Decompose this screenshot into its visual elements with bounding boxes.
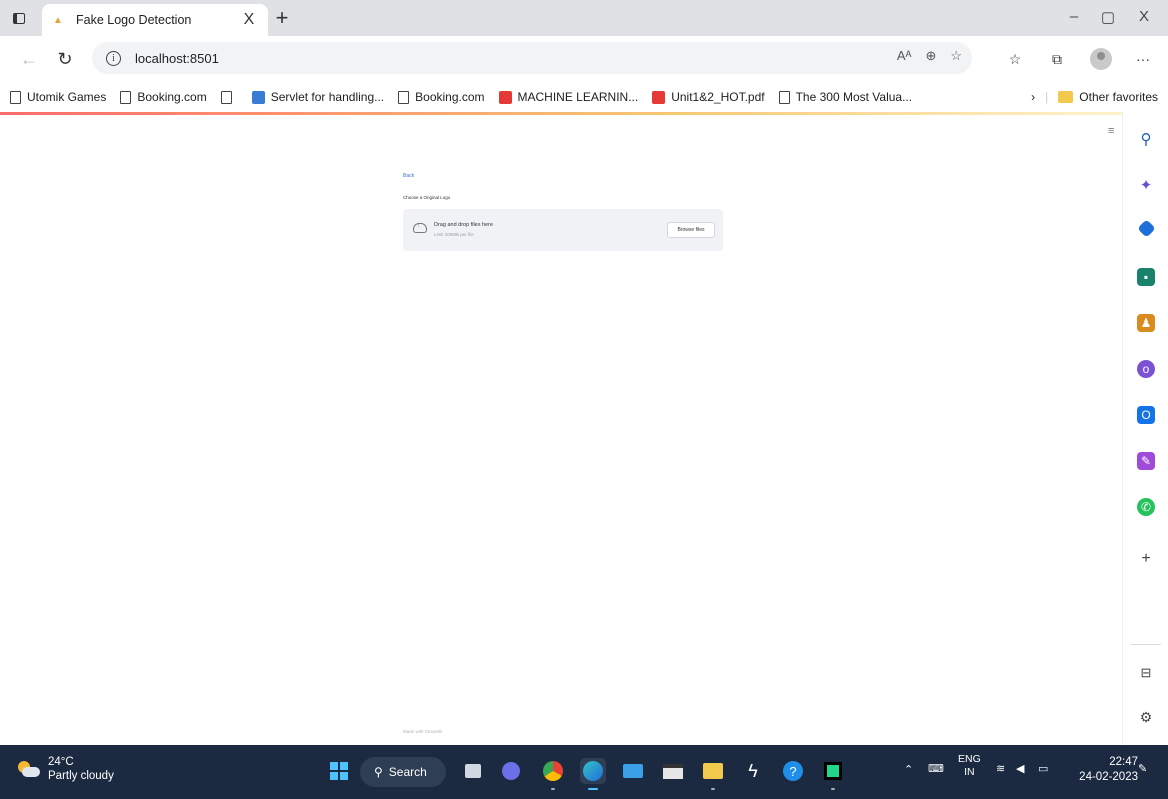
chat-icon[interactable] <box>498 758 524 784</box>
taskbar: 24°C Partly cloudy ⚲ Search ϟ ? ⌃ ⌨ ENG … <box>0 745 1168 799</box>
outlook-icon[interactable]: O <box>1137 406 1155 424</box>
notification-icon[interactable]: ✎ <box>1138 762 1147 775</box>
cloud-upload-icon <box>413 222 427 233</box>
clock[interactable]: 22:47 24-02-2023 <box>1079 755 1138 785</box>
edge-icon[interactable] <box>580 758 606 790</box>
navigation-bar: ← ↻ i localhost:8501 Aᴬ ⊕ ☆ ☆ ⧉ ··· <box>0 36 1168 82</box>
page-icon <box>10 90 21 104</box>
servlet-icon <box>251 90 265 104</box>
pycharm-icon[interactable] <box>820 758 846 790</box>
page-icon <box>220 90 232 104</box>
file-dropzone[interactable]: Drag and drop files here Limit 200MB per… <box>403 209 723 251</box>
shopping-icon[interactable]: ▪ <box>1137 268 1155 286</box>
upload-label: Choose a Original Logo <box>403 195 451 200</box>
zoom-icon[interactable]: ⊕ <box>925 48 936 64</box>
address-bar[interactable]: i localhost:8501 Aᴬ ⊕ ☆ <box>92 42 972 74</box>
search-icon: ⚲ <box>374 765 383 779</box>
windows-logo-icon <box>330 762 348 780</box>
minimize-icon[interactable]: – <box>1062 8 1086 25</box>
profile-avatar[interactable] <box>1090 48 1112 70</box>
add-icon[interactable]: + <box>1137 550 1155 568</box>
site-info-icon[interactable]: i <box>106 50 121 66</box>
app-menu-icon[interactable]: ≡ <box>1108 125 1114 137</box>
streamlit-favicon-icon: ▲ <box>53 14 63 26</box>
taskbar-search[interactable]: ⚲ Search <box>360 757 446 787</box>
refresh-icon[interactable]: ↻ <box>52 46 78 72</box>
pdf-icon <box>498 90 512 104</box>
language-indicator[interactable]: ENG IN <box>958 753 981 779</box>
tray-overflow-icon[interactable]: ⌃ <box>904 763 913 776</box>
weather-widget[interactable]: 24°C Partly cloudy <box>18 755 114 783</box>
date: 24-02-2023 <box>1079 771 1138 783</box>
volume-icon[interactable]: ◀ <box>1016 762 1024 775</box>
app-bolt-icon[interactable]: ϟ <box>740 758 766 784</box>
dropzone-limit: Limit 200MB per file <box>434 232 474 237</box>
task-view-icon[interactable] <box>460 758 486 784</box>
back-link[interactable]: Back <box>403 173 414 179</box>
page-icon <box>778 90 790 104</box>
bookmark-item[interactable]: Servlet for handling... <box>251 90 384 104</box>
dropzone-title: Drag and drop files here <box>434 222 494 228</box>
bookmark-item[interactable]: Unit1&2_HOT.pdf <box>652 90 765 104</box>
split-screen-icon[interactable]: ⊟ <box>1137 664 1155 682</box>
page-icon <box>398 90 410 104</box>
url-text[interactable]: localhost:8501 <box>135 51 219 66</box>
office-icon[interactable]: o <box>1137 360 1155 378</box>
file-explorer-icon[interactable] <box>700 758 726 790</box>
copilot-icon[interactable]: ✦ <box>1137 176 1155 194</box>
battery-icon[interactable]: ▭ <box>1038 762 1048 775</box>
app-page: ≡ Back Choose a Original Logo Drag and d… <box>0 115 1122 745</box>
bookmarks-bar: Utomik Games Booking.com Servlet for han… <box>0 82 1168 112</box>
edge-sidebar: ⚲ ✦ ▪ ♟ o O ✎ ✆ + ⊟ ⚙ <box>1122 112 1168 745</box>
streamlit-footer[interactable]: Made with Streamlit <box>403 729 443 734</box>
partly-cloudy-icon <box>18 761 40 777</box>
favorites-icon[interactable]: ☆ <box>1004 48 1026 70</box>
active-tab[interactable]: ▲ Fake Logo Detection X <box>42 4 268 36</box>
pdf-icon <box>652 90 666 104</box>
mail-icon[interactable] <box>620 758 646 784</box>
collections-icon[interactable]: ⧉ <box>1046 48 1068 70</box>
settings-icon[interactable]: ⚙ <box>1137 708 1155 726</box>
tab-title: Fake Logo Detection <box>76 13 192 27</box>
bookmark-item[interactable] <box>220 90 238 104</box>
folder-icon <box>1058 91 1074 103</box>
weather-desc: Partly cloudy <box>48 770 114 782</box>
keyboard-icon[interactable]: ⌨ <box>928 762 944 775</box>
games-icon[interactable]: ♟ <box>1137 314 1155 332</box>
wifi-icon[interactable]: ≋ <box>996 762 1005 775</box>
bookmark-item[interactable]: The 300 Most Valua... <box>778 90 912 104</box>
add-favorite-icon[interactable]: ☆ <box>950 48 962 64</box>
new-tab-icon[interactable]: + <box>268 4 296 32</box>
back-arrow-icon[interactable]: ← <box>16 46 42 72</box>
divider: | <box>1045 90 1049 104</box>
bookmark-item[interactable]: Utomik Games <box>10 90 106 104</box>
terminal-icon[interactable] <box>660 758 686 784</box>
more-menu-icon[interactable]: ··· <box>1132 48 1154 70</box>
time: 22:47 <box>1109 756 1138 768</box>
weather-temp: 24°C <box>48 756 74 768</box>
tab-strip: ▲ Fake Logo Detection X + – ▢ X <box>0 0 1168 36</box>
bookmark-item[interactable]: Booking.com <box>120 90 207 104</box>
chrome-icon[interactable] <box>540 758 566 790</box>
tab-close-icon[interactable]: X <box>240 11 258 29</box>
search-icon[interactable]: ⚲ <box>1137 130 1155 148</box>
page-icon <box>120 90 132 104</box>
start-button[interactable] <box>326 758 352 784</box>
bookmark-item[interactable]: MACHINE LEARNIN... <box>498 90 638 104</box>
read-aloud-icon[interactable]: Aᴬ <box>897 48 912 64</box>
whatsapp-icon[interactable]: ✆ <box>1137 498 1155 516</box>
tab-actions-icon[interactable] <box>8 7 30 29</box>
maximize-icon[interactable]: ▢ <box>1096 8 1120 26</box>
designer-icon[interactable]: ✎ <box>1137 452 1155 470</box>
bookmark-item[interactable]: Booking.com <box>398 90 485 104</box>
divider <box>1131 644 1161 645</box>
close-window-icon[interactable]: X <box>1132 8 1156 25</box>
other-favorites-folder[interactable]: Other favorites <box>1058 90 1158 104</box>
chevron-right-icon[interactable]: › <box>1031 90 1035 104</box>
help-icon[interactable]: ? <box>780 758 806 784</box>
tag-icon[interactable] <box>1137 219 1156 238</box>
browse-files-button[interactable]: Browse files <box>667 222 715 238</box>
